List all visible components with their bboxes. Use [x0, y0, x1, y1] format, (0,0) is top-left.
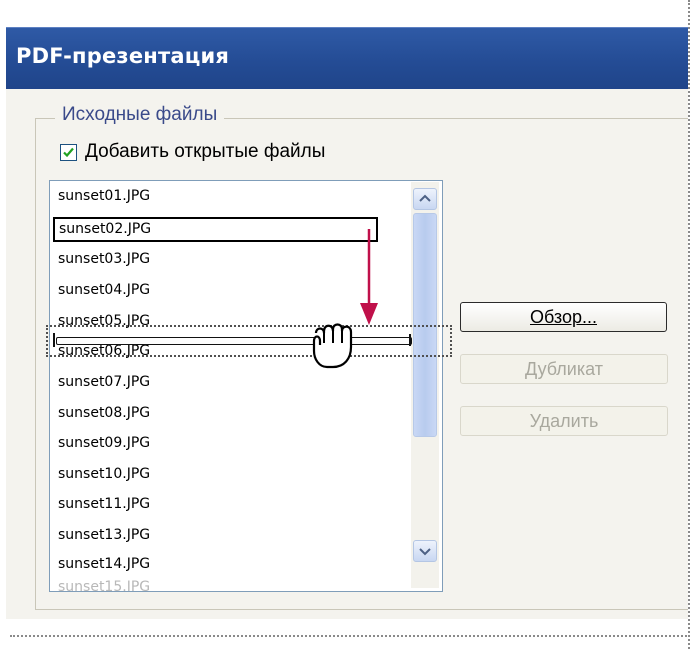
- duplicate-button[interactable]: Дубликат: [460, 354, 668, 384]
- list-item[interactable]: sunset08.JPG: [58, 401, 150, 425]
- checkmark-icon: [63, 147, 74, 158]
- grab-hand-icon: [312, 323, 353, 369]
- scroll-down-button[interactable]: [413, 540, 437, 562]
- list-item-selected[interactable]: sunset02.JPG: [53, 217, 378, 242]
- drop-indicator-right-end: [409, 334, 411, 346]
- chevron-up-icon: [419, 194, 431, 202]
- add-open-files-checkbox[interactable]: [60, 144, 77, 161]
- source-files-legend: Исходные файлы: [55, 104, 225, 126]
- scroll-up-button[interactable]: [413, 188, 437, 210]
- crop-border-right: [688, 0, 690, 649]
- list-item[interactable]: sunset14.JPG: [58, 552, 150, 576]
- list-item[interactable]: sunset13.JPG: [58, 523, 150, 547]
- list-item[interactable]: sunset10.JPG: [58, 462, 150, 486]
- crop-border-bottom: [10, 635, 690, 637]
- add-open-files-label[interactable]: Добавить открытые файлы: [85, 141, 325, 163]
- list-item[interactable]: sunset01.JPG: [58, 184, 150, 208]
- drop-indicator-left-end: [53, 333, 55, 347]
- list-item[interactable]: sunset03.JPG: [58, 247, 150, 271]
- chevron-down-icon: [419, 548, 431, 556]
- browse-button[interactable]: Обзор...: [460, 302, 667, 332]
- list-item[interactable]: sunset04.JPG: [58, 278, 150, 302]
- list-item[interactable]: sunset09.JPG: [58, 431, 150, 455]
- dialog-title: PDF-презентация: [16, 44, 230, 68]
- file-list[interactable]: sunset01.JPG sunset02.JPG sunset03.JPG s…: [49, 180, 443, 592]
- list-item[interactable]: sunset15.JPG: [58, 575, 150, 591]
- list-item[interactable]: sunset07.JPG: [58, 370, 150, 394]
- arrow-down-icon: [360, 229, 378, 325]
- list-item[interactable]: sunset11.JPG: [58, 492, 150, 516]
- pdf-presentation-dialog: PDF-презентация Исходные файлы Добавить …: [0, 0, 695, 649]
- delete-button[interactable]: Удалить: [460, 406, 668, 436]
- title-bar: PDF-презентация: [6, 27, 688, 90]
